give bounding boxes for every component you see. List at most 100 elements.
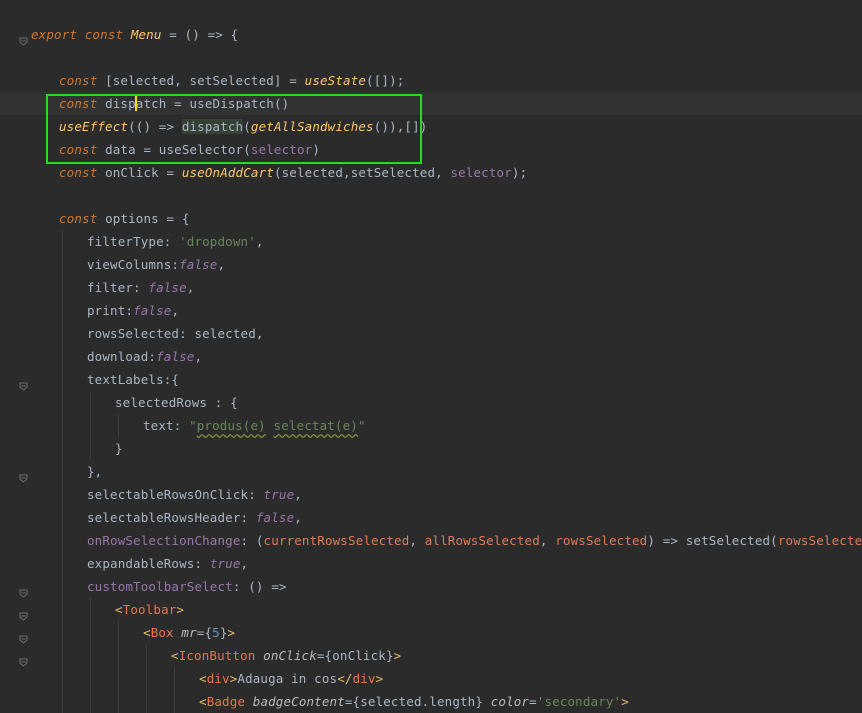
code-token: color [490,694,530,709]
code-line[interactable] [0,184,862,207]
code-token: > [176,602,185,617]
code-token: export [31,27,78,42]
code-text[interactable]: expandableRows: true, [87,552,248,575]
code-line[interactable]: const onClick = useOnAddCart(selected,se… [0,161,862,184]
indent-guide [62,552,63,575]
code-token: }, [87,464,103,479]
indent-guide [90,391,91,414]
code-token: </ [337,671,353,686]
code-line[interactable]: }, [0,460,862,483]
code-line[interactable]: <div>Adauga in cos</div> [0,667,862,690]
code-line[interactable]: <Toolbar> [0,598,862,621]
code-text[interactable]: onRowSelectionChange: (currentRowsSelect… [87,529,862,552]
code-token: , [171,303,180,318]
code-line[interactable]: const dispatch = useDispatch() [0,92,862,115]
code-line[interactable]: useEffect(() => dispatch(getAllSandwiche… [0,115,862,138]
fold-marker-icon[interactable] [19,651,28,667]
code-editor[interactable]: export const Menu = () => {const [select… [0,0,862,713]
fold-marker-icon[interactable] [19,628,28,644]
code-text[interactable]: textLabels:{ [87,368,179,391]
code-line[interactable]: selectableRowsHeader: false, [0,506,862,529]
code-token: selectableRowsOnClick: [87,487,264,502]
code-text[interactable]: const [selected, setSelected] = useState… [59,69,404,92]
code-line[interactable]: export const Menu = () => { [0,23,862,46]
code-token: const [84,27,124,42]
code-text[interactable]: <IconButton onClick={onClick}> [171,644,401,667]
code-line[interactable]: <Badge badgeContent={selected.length} co… [0,690,862,713]
indent-guide [62,276,63,299]
code-text[interactable]: customToolbarSelect: () => [87,575,287,598]
fold-marker-icon[interactable] [19,375,28,391]
code-text[interactable]: viewColumns:false, [87,253,225,276]
indent-guide [62,483,63,506]
code-token: < [199,671,207,686]
code-token: : ( [240,533,264,548]
code-text[interactable]: download:false, [87,345,202,368]
code-line[interactable]: filterType: 'dropdown', [0,230,862,253]
indent-guide [90,437,91,460]
indent-guide [146,644,147,667]
code-text[interactable]: const dispatch = useDispatch() [59,92,289,115]
indent-guide [62,598,63,621]
code-token: false [148,280,187,295]
code-line[interactable]: selectableRowsOnClick: true, [0,483,862,506]
code-text[interactable]: print:false, [87,299,179,322]
code-line[interactable]: } [0,437,862,460]
code-text[interactable]: selectableRowsOnClick: true, [87,483,302,506]
code-text[interactable]: filter: false, [87,276,194,299]
code-token: > [393,648,402,663]
indent-guide [118,644,119,667]
indent-guide [62,690,63,713]
code-text[interactable]: selectableRowsHeader: false, [87,506,302,529]
code-line[interactable]: filter: false, [0,276,862,299]
code-text[interactable]: const onClick = useOnAddCart(selected,se… [59,161,527,184]
code-line[interactable] [0,46,862,69]
code-line[interactable]: print:false, [0,299,862,322]
fold-marker-icon[interactable] [19,467,28,483]
code-text[interactable]: useEffect(() => dispatch(getAllSandwiche… [59,115,427,138]
code-line[interactable]: download:false, [0,345,862,368]
code-line[interactable]: text: "produs(e) selectat(e)" [0,414,862,437]
indent-guide [174,690,175,713]
code-text[interactable]: const data = useSelector(selector) [59,138,320,161]
indent-guide [62,460,63,483]
code-text[interactable]: text: "produs(e) selectat(e)" [143,414,366,437]
indent-guide [174,667,175,690]
code-text[interactable]: <Toolbar> [115,598,184,621]
code-token: [selected, setSelected] = [97,73,305,88]
code-line[interactable]: textLabels:{ [0,368,862,391]
code-line[interactable] [0,0,862,23]
code-text[interactable]: <Box mr={5}> [143,621,235,644]
code-text[interactable]: export const Menu = () => { [31,23,238,46]
code-token: ()),[]) [373,119,428,134]
code-line[interactable]: expandableRows: true, [0,552,862,575]
code-text[interactable]: rowsSelected: selected, [87,322,264,345]
code-line[interactable]: customToolbarSelect: () => [0,575,862,598]
code-text[interactable]: <div>Adauga in cos</div> [199,667,383,690]
code-line[interactable]: viewColumns:false, [0,253,862,276]
fold-marker-icon[interactable] [19,30,28,46]
code-token: const [59,211,98,226]
code-line[interactable]: onRowSelectionChange: (currentRowsSelect… [0,529,862,552]
code-token: false [255,510,295,525]
code-text[interactable]: selectedRows : { [115,391,238,414]
code-text[interactable]: <Badge badgeContent={selected.length} co… [199,690,629,713]
code-line[interactable]: <Box mr={5}> [0,621,862,644]
code-line[interactable]: rowsSelected: selected, [0,322,862,345]
fold-marker-icon[interactable] [19,605,28,621]
code-text[interactable]: const options = { [59,207,190,230]
fold-marker-icon[interactable] [19,582,28,598]
code-text[interactable]: filterType: 'dropdown', [87,230,264,253]
code-line[interactable]: <IconButton onClick={onClick}> [0,644,862,667]
code-text[interactable]: } [115,437,123,460]
code-line[interactable]: const [selected, setSelected] = useState… [0,69,862,92]
code-line[interactable]: selectedRows : { [0,391,862,414]
indent-guide [62,575,63,598]
code-line[interactable]: const data = useSelector(selector) [0,138,862,161]
code-line[interactable]: const options = { [0,207,862,230]
code-text[interactable]: }, [87,460,102,483]
indent-guide [118,621,119,644]
code-token: false [133,303,172,318]
